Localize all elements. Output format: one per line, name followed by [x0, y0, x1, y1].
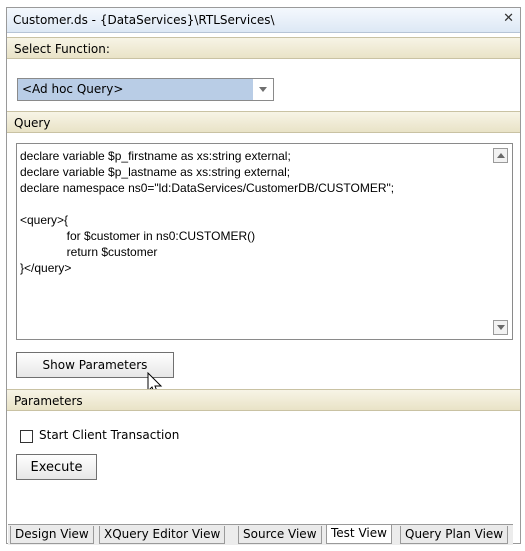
function-dropdown[interactable]: <Ad hoc Query>: [17, 78, 274, 101]
query-editor[interactable]: declare variable $p_firstname as xs:stri…: [16, 143, 513, 340]
tab-query-plan-view[interactable]: Query Plan View: [400, 526, 509, 544]
tab-test-view[interactable]: Test View: [326, 525, 392, 544]
chevron-down-icon[interactable]: [253, 79, 273, 100]
title-bar: Customer.ds - {DataServices}\RTLServices…: [7, 8, 520, 33]
function-dropdown-text: <Ad hoc Query>: [22, 82, 124, 96]
view-tab-bar: Design View XQuery Editor View Source Vi…: [8, 524, 513, 545]
tab-xquery-editor-view[interactable]: XQuery Editor View: [99, 526, 226, 544]
parameters-label: Parameters: [14, 394, 83, 408]
tab-source-view[interactable]: Source View: [238, 526, 322, 544]
start-client-transaction-label: Start Client Transaction: [39, 428, 180, 442]
select-function-label: Select Function:: [14, 42, 110, 56]
tab-design-view[interactable]: Design View: [10, 526, 94, 544]
window-title: Customer.ds - {DataServices}\RTLServices…: [13, 13, 275, 27]
function-dropdown-value[interactable]: <Ad hoc Query>: [18, 79, 255, 100]
close-icon[interactable]: ✕: [503, 11, 514, 26]
test-view-panel: Customer.ds - {DataServices}\RTLServices…: [6, 7, 521, 544]
parameters-header: Parameters: [7, 389, 520, 411]
query-label: Query: [14, 116, 51, 130]
start-client-transaction-checkbox[interactable]: [20, 430, 33, 443]
query-text[interactable]: declare variable $p_firstname as xs:stri…: [20, 148, 490, 334]
select-function-header: Select Function:: [7, 37, 520, 59]
scroll-down-icon[interactable]: [493, 320, 508, 335]
scroll-up-icon[interactable]: [493, 148, 508, 163]
query-header: Query: [7, 111, 520, 133]
execute-button[interactable]: Execute: [16, 454, 97, 480]
